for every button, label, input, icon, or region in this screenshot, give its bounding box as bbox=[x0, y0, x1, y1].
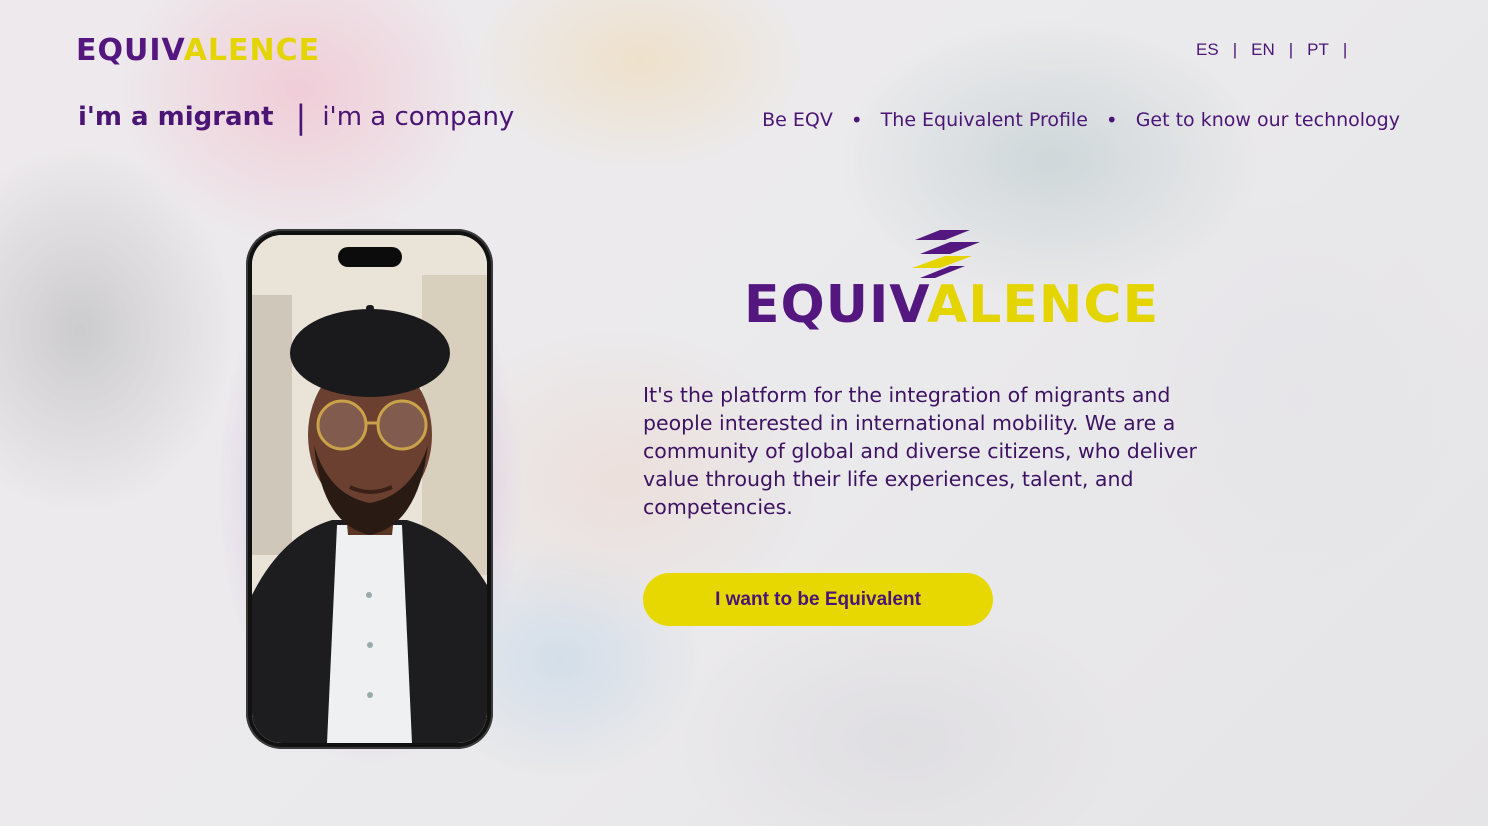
main-nav: Be EQV • The Equivalent Profile • Get to… bbox=[762, 108, 1400, 132]
logo-text-part1: EQUIV bbox=[76, 33, 184, 68]
language-separator: | bbox=[1232, 40, 1238, 59]
hero-description: It's the platform for the integration of… bbox=[643, 383, 1197, 519]
nav-be-eqv[interactable]: Be EQV bbox=[762, 109, 833, 131]
language-en[interactable]: EN bbox=[1251, 40, 1275, 60]
language-es[interactable]: ES bbox=[1196, 40, 1219, 60]
language-separator: | bbox=[1288, 40, 1294, 59]
migrant-link[interactable]: i'm a migrant bbox=[78, 102, 274, 132]
language-separator: | bbox=[1342, 40, 1348, 59]
logo-text-part2: ALENCE bbox=[183, 33, 321, 68]
hero-logo-part1: EQUIV bbox=[744, 275, 928, 335]
hero-logo-wordmark: EQUIVALENCE bbox=[744, 275, 1159, 335]
phone-mockup bbox=[246, 229, 493, 749]
nav-equivalent-profile[interactable]: The Equivalent Profile bbox=[881, 109, 1088, 131]
nav-bullet: • bbox=[1105, 108, 1118, 132]
language-pt[interactable]: PT bbox=[1307, 40, 1329, 60]
hero-logo-part2: ALENCE bbox=[927, 275, 1160, 335]
language-selector: ES | EN | PT | bbox=[1196, 40, 1361, 60]
nav-bullet: • bbox=[850, 108, 863, 132]
be-equivalent-button[interactable]: I want to be Equivalent bbox=[643, 573, 993, 626]
company-link[interactable]: i'm a company bbox=[322, 102, 514, 132]
phone-notch bbox=[338, 247, 402, 267]
person-portrait-image bbox=[252, 235, 487, 743]
audience-separator: | bbox=[295, 98, 307, 136]
nav-technology[interactable]: Get to know our technology bbox=[1136, 109, 1400, 131]
audience-switcher: i'm a migrant | i'm a company bbox=[78, 98, 514, 136]
phone-screen bbox=[252, 235, 487, 743]
header-logo[interactable]: EQUIVALENCE bbox=[76, 33, 320, 69]
